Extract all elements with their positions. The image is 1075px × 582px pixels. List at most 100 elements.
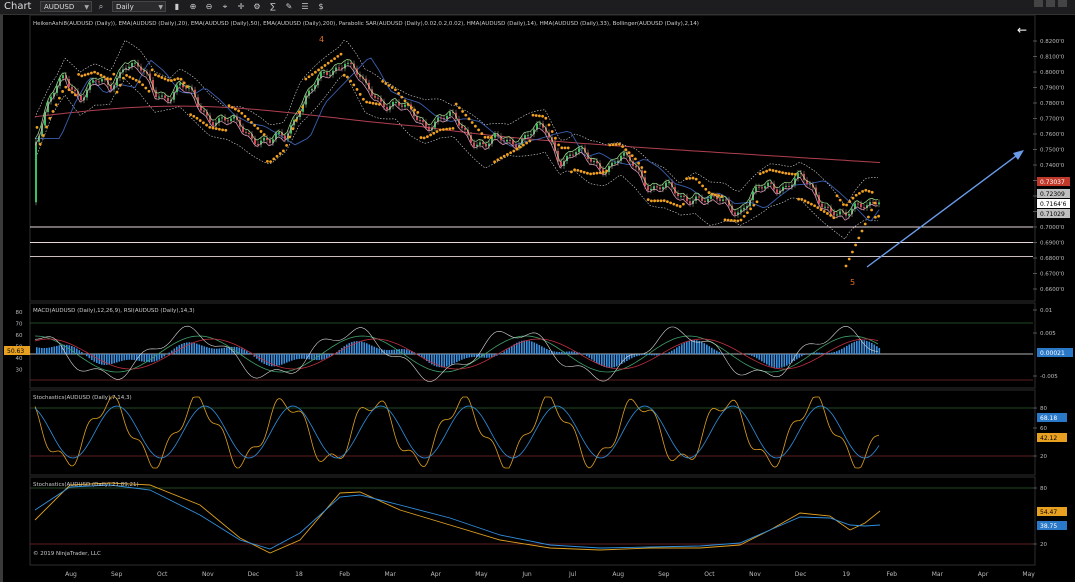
sar-dot xyxy=(864,188,868,192)
macd-histogram-bar xyxy=(358,341,361,354)
sar-dot xyxy=(838,198,842,202)
close-button[interactable] xyxy=(1058,0,1067,7)
macd-histogram-bar xyxy=(816,352,818,354)
x-axis-label: Oct xyxy=(157,571,168,578)
x-axis-label: Feb xyxy=(339,571,350,578)
macd-histogram-bar xyxy=(321,354,323,360)
macd-histogram-bar xyxy=(346,344,348,354)
macd-histogram-bar xyxy=(628,354,631,360)
sar-dot xyxy=(275,154,279,158)
candle-body xyxy=(824,206,826,208)
macd-histogram-bar xyxy=(126,354,128,360)
sar-dot xyxy=(662,199,666,203)
sar-dot xyxy=(598,171,602,175)
sar-dot xyxy=(262,133,266,136)
zoom-icon[interactable]: ⌖ xyxy=(220,1,230,12)
macd-histogram-bar xyxy=(831,352,833,354)
sar-dot xyxy=(365,100,368,104)
sar-dot xyxy=(550,130,554,133)
macd-histogram-bar xyxy=(393,349,396,354)
candle-body xyxy=(755,186,757,192)
sar-dot xyxy=(285,143,288,147)
chevron-down-icon: ▼ xyxy=(158,4,163,11)
chart-area[interactable]: 0.8200'0 0.8100'0 0.8000'0 0.7900'0 0.7800'0… xyxy=(0,15,1075,582)
sar-dot xyxy=(381,80,384,83)
sar-dot xyxy=(48,116,52,120)
macd-histogram-bar xyxy=(763,354,766,363)
macd-histogram-bar xyxy=(533,342,536,354)
sar-dot xyxy=(749,207,752,211)
sar-dot xyxy=(387,84,391,87)
sar-dot xyxy=(570,170,573,174)
macd-histogram-bar xyxy=(153,354,156,362)
sar-dot xyxy=(742,214,746,218)
candle-body xyxy=(593,161,595,163)
candle-body xyxy=(155,90,157,98)
crosshair-icon[interactable]: ✛ xyxy=(236,1,246,12)
sar-dot xyxy=(669,201,672,205)
candle-body xyxy=(656,186,658,188)
price-axis-label: 0.8000'0 xyxy=(1040,70,1065,76)
search-icon[interactable]: ⌕ xyxy=(96,1,106,12)
sar-dot xyxy=(237,109,241,113)
sar-dot xyxy=(867,189,871,193)
macd-histogram-bar xyxy=(53,346,56,354)
sar-dot xyxy=(819,208,823,211)
sar-dot xyxy=(272,157,276,161)
sar-dot xyxy=(688,176,692,180)
sar-dot xyxy=(653,199,656,203)
minimize-button[interactable] xyxy=(1034,0,1043,7)
zoom-in-icon[interactable]: ⊕ xyxy=(188,1,198,12)
macd-histogram-bar xyxy=(613,354,616,368)
macd-histogram-bar xyxy=(193,342,196,354)
candle-body xyxy=(695,196,697,201)
candle-body xyxy=(92,80,94,83)
trade-icon[interactable]: $ xyxy=(316,1,326,12)
bar-type-icon[interactable]: ▮ xyxy=(172,1,182,12)
candle-body xyxy=(560,161,562,166)
sar-dot xyxy=(234,107,237,111)
zoom-out-icon[interactable]: ⊖ xyxy=(204,1,214,12)
sar-dot xyxy=(208,125,212,129)
back-arrow-icon[interactable]: ← xyxy=(1017,23,1027,37)
macd-histogram-bar xyxy=(161,354,163,359)
macd-histogram-bar xyxy=(48,347,51,354)
sar-dot xyxy=(288,135,292,139)
macd-histogram-bar xyxy=(711,347,713,354)
price-axis-label: 0.7700'0 xyxy=(1040,117,1065,123)
rsi-axis-label: 70 xyxy=(16,322,23,328)
candle-body xyxy=(863,207,865,209)
x-axis-label: Aug xyxy=(612,571,624,578)
period-selector[interactable]: Daily ▼ xyxy=(112,1,166,12)
sar-dot xyxy=(557,143,560,147)
sar-dot xyxy=(230,106,234,109)
instrument-selector[interactable]: AUDUSD ▼ xyxy=(40,1,92,12)
macd-histogram-bar xyxy=(608,354,611,368)
macd-histogram-bar xyxy=(568,351,571,354)
sar-dot xyxy=(352,83,356,87)
sar-dot xyxy=(861,190,864,193)
maximize-button[interactable] xyxy=(1046,0,1055,7)
sar-dot xyxy=(253,123,256,127)
macd-histogram-bar xyxy=(748,354,751,355)
sar-dot xyxy=(115,90,119,94)
sar-dot xyxy=(464,113,468,117)
sar-dot xyxy=(515,147,519,151)
drawing-tools-icon[interactable]: ✎ xyxy=(284,1,294,12)
strategies-icon[interactable]: ∑ xyxy=(268,1,278,12)
sar-dot xyxy=(419,136,423,139)
sar-dot xyxy=(336,54,340,58)
properties-icon[interactable]: ☰ xyxy=(300,1,310,12)
sar-dot xyxy=(493,160,496,164)
indicators-icon[interactable]: ⚙ xyxy=(252,1,262,12)
macd-histogram-bar xyxy=(798,354,801,358)
sar-dot xyxy=(525,141,528,145)
macd-histogram-bar xyxy=(36,347,38,354)
sar-dot xyxy=(461,110,464,113)
stoch1-panel xyxy=(29,389,1036,476)
macd-histogram-bar xyxy=(131,354,133,360)
macd-histogram-bar xyxy=(668,352,671,354)
sar-dot xyxy=(496,158,500,162)
x-axis-label: Oct xyxy=(704,571,715,578)
sar-dot xyxy=(528,139,532,143)
